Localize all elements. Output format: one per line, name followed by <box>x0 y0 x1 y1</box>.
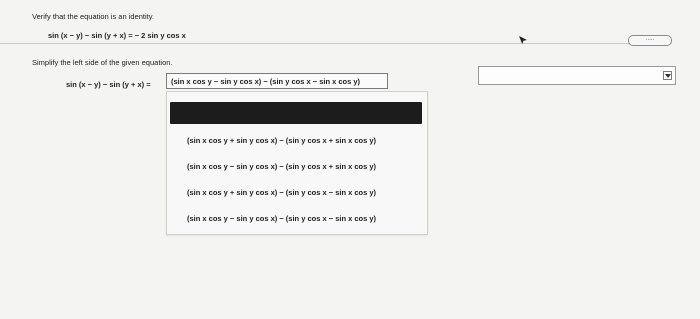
chevron-down-icon[interactable] <box>663 71 672 80</box>
dropdown-option-3[interactable]: (sin x cos y + sin y cos x) − (sin y cos… <box>187 188 425 197</box>
arrow-cursor-icon <box>519 36 527 44</box>
lhs-expression: sin (x − y) − sin (y + x) = <box>66 80 151 89</box>
dropdown-option-2[interactable]: (sin x cos y − sin y cos x) − (sin y cos… <box>187 162 425 171</box>
right-dropdown[interactable] <box>478 66 676 85</box>
more-button[interactable]: ..... <box>628 35 672 46</box>
divider <box>0 43 630 44</box>
identity-equation: sin (x − y) − sin (y + x) = − 2 sin y co… <box>48 31 186 40</box>
answer-select[interactable]: (sin x cos y − sin y cos x) − (sin y cos… <box>166 73 388 89</box>
highlighted-option[interactable] <box>170 102 422 124</box>
step-instruction: Simplify the left side of the given equa… <box>32 58 173 67</box>
dropdown-option-4[interactable]: (sin x cos y − sin y cos x) − (sin y cos… <box>187 214 425 223</box>
dropdown-option-1[interactable]: (sin x cos y + sin y cos x) − (sin y cos… <box>187 136 425 145</box>
dropdown-menu: (sin x cos y + sin y cos x) − (sin y cos… <box>166 91 428 235</box>
question-instruction: Verify that the equation is an identity. <box>32 12 155 21</box>
